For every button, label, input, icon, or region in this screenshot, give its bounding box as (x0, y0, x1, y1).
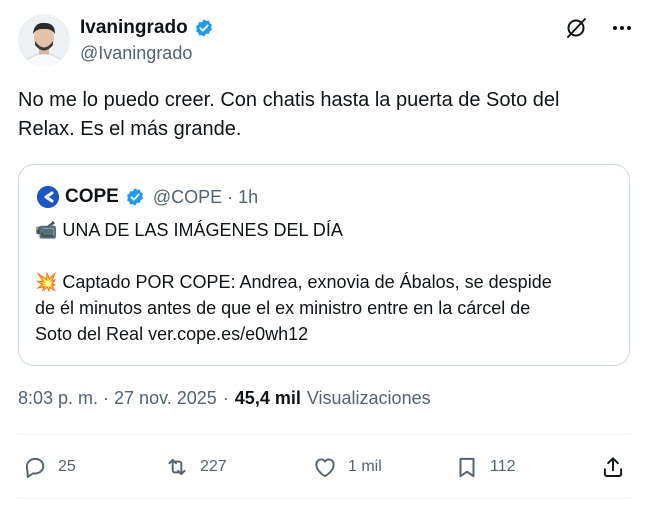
bookmark-icon (459, 457, 475, 478)
tweet-header: Ivaningrado @Ivaningrado (18, 14, 638, 70)
divider (18, 434, 630, 435)
like-count: 1 mil (348, 458, 382, 475)
cope-logo-icon (37, 186, 59, 208)
share-icon (603, 457, 623, 477)
quoted-author-name: COPE (65, 186, 119, 207)
quoted-text-line: de él minutos antes de que el ex ministr… (35, 298, 531, 318)
verified-badge-icon (194, 18, 214, 38)
quoted-tweet-body: 📹 UNA DE LAS IMÁGENES DEL DÍA 💥 Captado … (35, 217, 619, 347)
like-button[interactable]: 1 mil (312, 453, 382, 481)
divider (18, 498, 630, 499)
retweet-button[interactable]: 227 (164, 453, 227, 481)
quoted-tweet[interactable]: COPE @COPE · 1h 📹 UNA DE LAS IMÁGENES DE… (18, 164, 630, 366)
reply-icon (25, 457, 45, 478)
views-count: 45,4 mil (234, 388, 301, 408)
quoted-text-line: Soto del Real ver.cope.es/e0wh12 (35, 324, 309, 344)
author-display-name[interactable]: Ivaningrado (80, 17, 188, 39)
author-names: Ivaningrado @Ivaningrado (80, 16, 214, 64)
tweet-text-line: No me lo puedo creer. Con chatis hasta l… (18, 89, 560, 111)
author-handle[interactable]: @Ivaningrado (80, 43, 214, 64)
quoted-author-meta: @COPE · 1h (152, 186, 259, 207)
timestamp[interactable]: 8:03 p. m. · 27 nov. 2025 (18, 388, 217, 409)
meta-separator: · (222, 388, 229, 408)
verified-badge-icon (125, 187, 145, 207)
reply-button[interactable]: 25 (22, 453, 76, 481)
tweet-meta: 8:03 p. m. · 27 nov. 2025 · 45,4 mil Vis… (18, 388, 431, 409)
views-label: Visualizaciones (306, 388, 431, 408)
reply-count: 25 (58, 458, 76, 475)
retweet-count: 227 (200, 458, 227, 475)
tweet-text-line: Relax. Es el más grande. (18, 118, 242, 140)
quoted-text-line: 💥 Captado POR COPE: Andrea, exnovia de Á… (35, 272, 552, 292)
heart-icon (315, 458, 335, 478)
retweet-icon (168, 458, 186, 476)
quoted-text-line: 📹 UNA DE LAS IMÁGENES DEL DÍA (35, 220, 343, 240)
share-button[interactable] (600, 453, 626, 481)
bookmark-count: 112 (490, 458, 516, 475)
quoted-tweet-header: COPE @COPE · 1h (37, 185, 258, 209)
tweet-text: No me lo puedo creer. Con chatis hasta l… (18, 86, 630, 144)
avatar[interactable] (18, 14, 70, 66)
bookmark-button[interactable]: 112 (454, 453, 516, 481)
action-bar: 25 227 1 mil 112 (22, 453, 630, 481)
top-actions (564, 16, 634, 40)
grok-icon[interactable] (564, 16, 588, 40)
more-options-icon[interactable] (610, 16, 634, 40)
